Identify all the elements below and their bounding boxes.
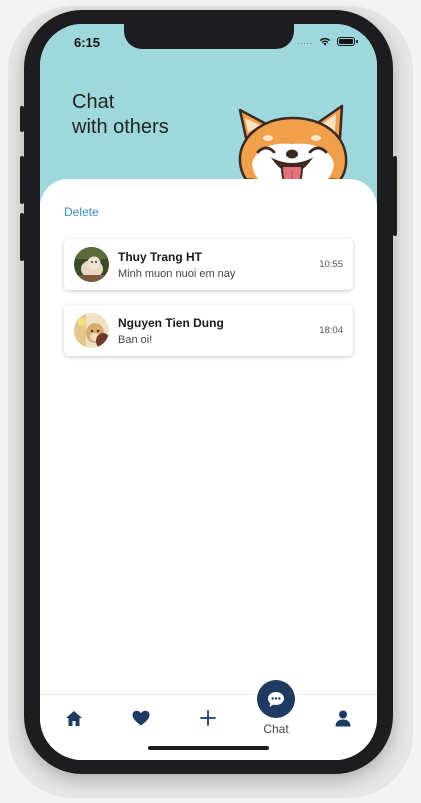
status-time: 6:15 [74, 35, 101, 50]
mute-switch [20, 106, 24, 132]
chat-tab-bubble [257, 680, 295, 718]
last-message: Ban oi! [118, 334, 153, 346]
chat-icon [268, 691, 284, 707]
last-message: Minh muon nuoi em nay [118, 268, 236, 280]
notch [124, 24, 294, 49]
tab-add[interactable] [197, 707, 219, 729]
plus-icon [200, 710, 216, 726]
tab-chat[interactable] [254, 677, 298, 721]
status-icons: ..... [296, 36, 358, 46]
power-button [393, 156, 397, 236]
user-icon [335, 710, 351, 726]
message-time: 18:04 [319, 325, 343, 336]
battery-icon [337, 36, 358, 46]
home-icon [66, 710, 82, 726]
home-indicator [148, 746, 269, 750]
tab-profile[interactable] [332, 707, 354, 729]
avatar [74, 313, 109, 348]
contact-name: Thuy Trang HT [118, 250, 202, 264]
contact-name: Nguyen Tien Dung [118, 316, 224, 330]
avatar [74, 247, 109, 282]
tab-home[interactable] [63, 707, 85, 729]
volume-up-button [20, 156, 24, 204]
chat-list-item[interactable]: Nguyen Tien Dung Ban oi! 18:04 [64, 305, 353, 356]
message-time: 10:55 [319, 259, 343, 270]
heart-icon [132, 710, 150, 726]
chat-list-item[interactable]: Thuy Trang HT Minh muon nuoi em nay 10:5… [64, 239, 353, 290]
screen: 6:15 ..... Chat with others Delete Thuy … [40, 24, 377, 760]
signal-dots: ..... [296, 36, 313, 46]
volume-down-button [20, 213, 24, 261]
wifi-icon [319, 37, 331, 46]
delete-button[interactable]: Delete [64, 205, 99, 219]
phone-frame: 6:15 ..... Chat with others Delete Thuy … [20, 10, 397, 774]
tab-chat-label: Chat [263, 722, 289, 736]
page-title: Chat with others [72, 90, 169, 140]
page-title-line1: Chat [72, 91, 115, 113]
page-title-line2: with others [72, 116, 169, 138]
tab-favorites[interactable] [130, 707, 152, 729]
